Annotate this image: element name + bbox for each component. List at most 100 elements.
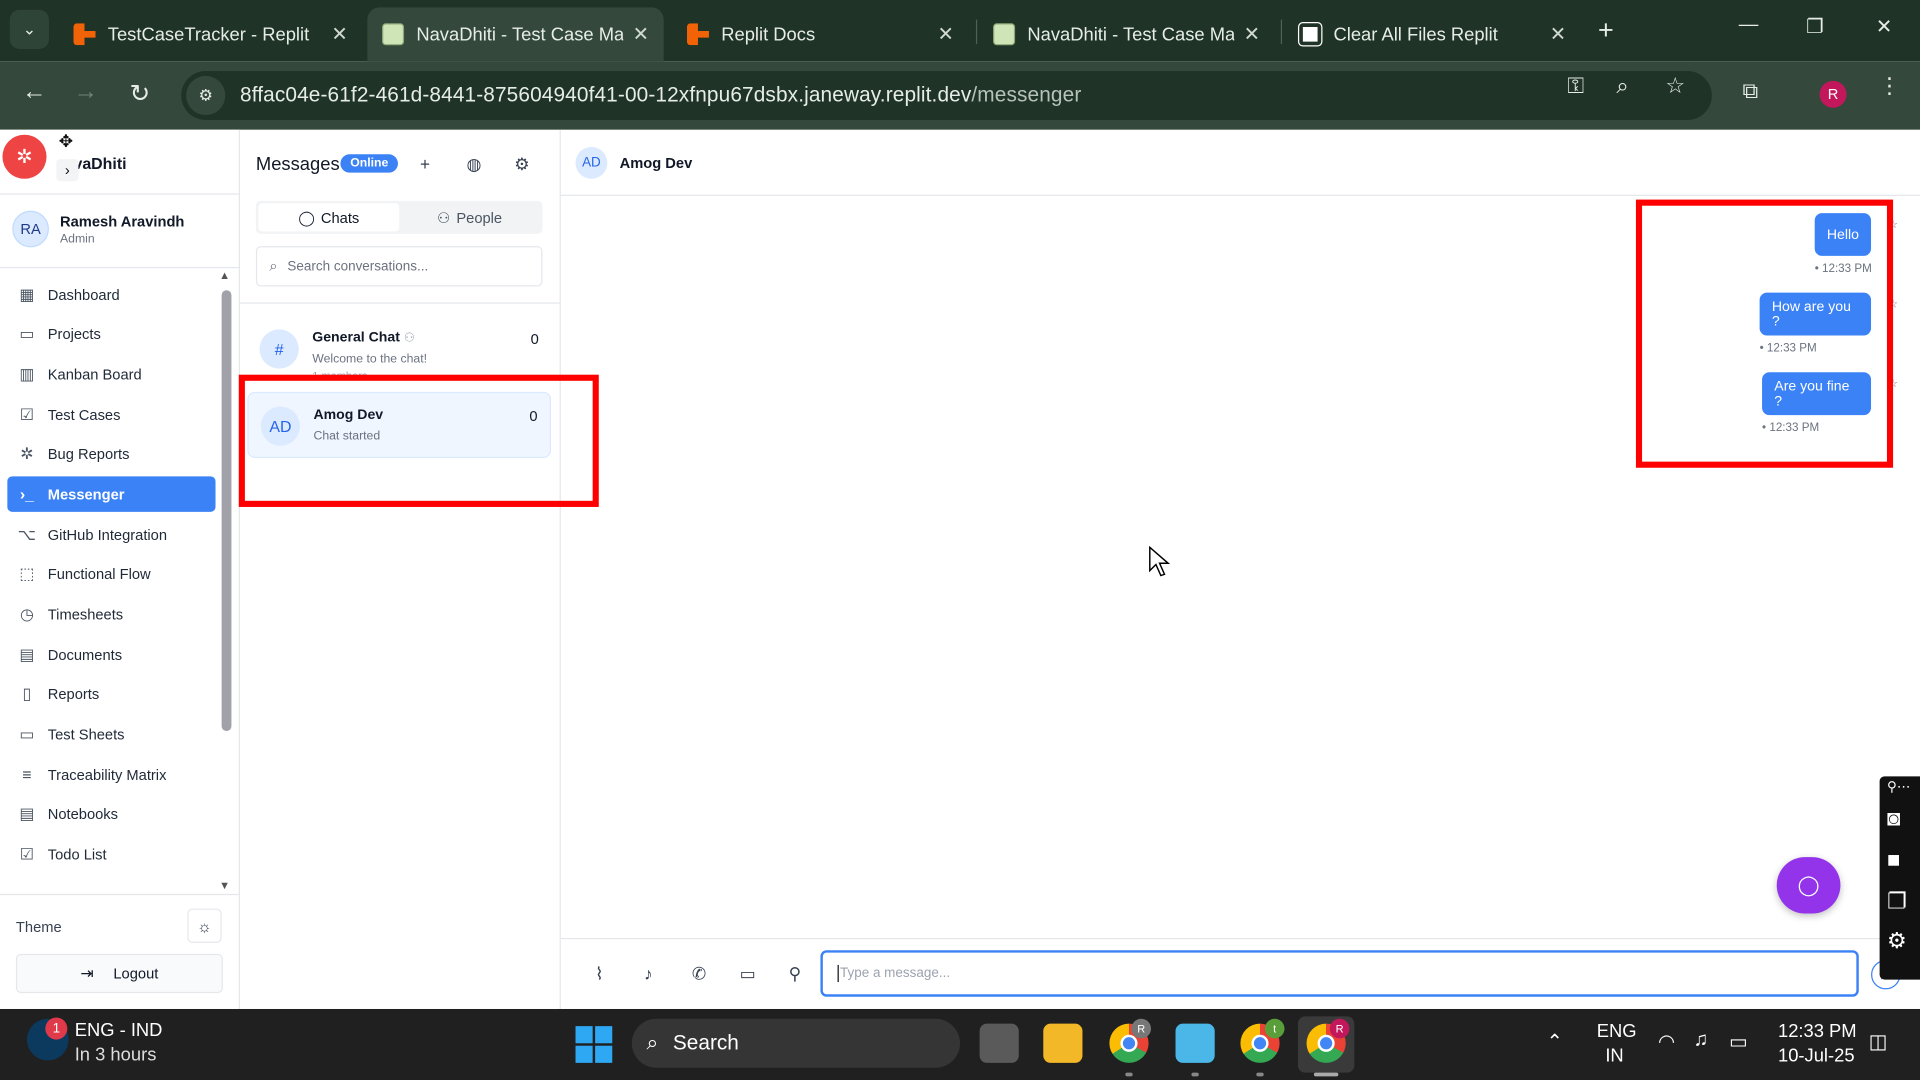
- sidebar-item-documents[interactable]: ▤ Documents: [7, 637, 215, 673]
- clock-time[interactable]: 12:33 PM: [1778, 1021, 1857, 1042]
- scroll-down-icon[interactable]: ▼: [219, 879, 230, 891]
- forward-button[interactable]: →: [73, 78, 97, 106]
- browser-menu-icon[interactable]: ⋮: [1878, 73, 1900, 99]
- sidebar-item-test-cases[interactable]: ☑ Test Cases: [7, 397, 215, 433]
- profile-avatar[interactable]: R: [1819, 80, 1847, 108]
- volume-icon[interactable]: ♫: [1693, 1030, 1708, 1052]
- members-icon: ⚇: [403, 331, 415, 346]
- tab-people[interactable]: ⚇ People: [399, 203, 540, 231]
- sidebar-item-reports[interactable]: ▯ Reports: [7, 677, 215, 713]
- sidebar-item-projects[interactable]: ▭ Projects: [7, 317, 215, 353]
- browser-tab-5[interactable]: Clear All Files Replit ✕: [1285, 7, 1581, 61]
- browser-tab-3[interactable]: Replit Docs ✕: [672, 7, 968, 61]
- logout-button[interactable]: ⇥ Logout: [15, 953, 223, 994]
- notifications-icon[interactable]: ◫: [1869, 1030, 1888, 1054]
- kanban-icon: ▥: [19, 364, 35, 384]
- close-icon[interactable]: ✕: [633, 22, 649, 46]
- close-icon[interactable]: ✕: [937, 22, 953, 46]
- browser-tab-1[interactable]: TestCaseTracker - Replit ✕: [59, 7, 363, 61]
- status-badge: Online: [340, 154, 399, 173]
- taskbar-search[interactable]: ⌕ Search: [631, 1018, 961, 1068]
- bug-icon[interactable]: ✲: [2, 134, 47, 179]
- scroll-thumb[interactable]: [221, 290, 232, 732]
- sidebar-item-test-sheets[interactable]: ▭ Test Sheets: [7, 717, 215, 753]
- paperclip-icon[interactable]: ⌇: [595, 964, 603, 985]
- bookmark-star-icon[interactable]: ☆: [1665, 73, 1685, 99]
- checkbox-icon: ☑: [19, 845, 35, 864]
- unread-count: 0: [530, 330, 539, 348]
- grid-icon: ▦: [19, 284, 35, 304]
- close-icon[interactable]: ✕: [331, 22, 347, 46]
- weather-line-2[interactable]: In 3 hours: [75, 1044, 157, 1065]
- bug-icon: ✲: [20, 444, 34, 464]
- video-icon[interactable]: ▭: [740, 964, 756, 985]
- tab-search-button[interactable]: ⌄: [9, 9, 49, 49]
- conversation-tabs: ◯ Chats ⚇ People: [255, 200, 543, 234]
- file-explorer-icon[interactable]: [1043, 1023, 1083, 1063]
- close-window-button[interactable]: ✕: [1876, 15, 1892, 39]
- browser-tab-4[interactable]: NavaDhiti - Test Case Ma ✕: [978, 7, 1274, 61]
- sidebar-scrollbar[interactable]: ▲ ▼: [219, 269, 234, 891]
- avatar: RA: [12, 210, 49, 248]
- sidebar-item-messenger[interactable]: ›_ Messenger: [7, 476, 216, 513]
- windows-start-icon[interactable]: [575, 1026, 613, 1063]
- sidebar-item-notebooks[interactable]: ▤ Notebooks: [7, 797, 215, 833]
- message-input[interactable]: Type a message...: [820, 950, 1859, 997]
- new-tab-button[interactable]: +: [1598, 15, 1614, 47]
- reload-button[interactable]: ↻: [130, 78, 151, 109]
- search-input[interactable]: ⌕ Search conversations...: [255, 246, 543, 287]
- video-record-icon[interactable]: ■: [1887, 847, 1900, 873]
- close-icon[interactable]: ✕: [1244, 22, 1260, 46]
- scroll-up-icon[interactable]: ▲: [219, 269, 230, 281]
- chat-fab-button[interactable]: ◯: [1776, 857, 1841, 914]
- sidebar-item-traceability-matrix[interactable]: ≡ Traceability Matrix: [7, 757, 215, 793]
- window-icon[interactable]: ❐: [1887, 889, 1907, 915]
- sidebar-item-functional-flow[interactable]: ⬚ Functional Flow: [7, 557, 215, 593]
- battery-icon[interactable]: ▭: [1729, 1030, 1748, 1054]
- microphone-icon[interactable]: ♪: [644, 964, 653, 984]
- plus-icon[interactable]: +: [420, 154, 430, 174]
- password-key-icon[interactable]: ⚿: [1567, 73, 1584, 99]
- pin-icon[interactable]: ⚲: [789, 964, 802, 985]
- clock-date[interactable]: 10-Jul-25: [1778, 1046, 1855, 1067]
- wifi-icon[interactable]: ◠: [1658, 1030, 1675, 1054]
- sidebar-item-bug-reports[interactable]: ✲ Bug Reports: [7, 437, 215, 473]
- zoom-icon[interactable]: ⌕: [1616, 73, 1628, 99]
- sidebar-item-github-integration[interactable]: ⌥ GitHub Integration: [7, 517, 215, 553]
- tab-title: Replit Docs: [721, 23, 816, 45]
- palette-icon[interactable]: ◍: [467, 154, 482, 175]
- site-info-icon[interactable]: ⚙: [186, 75, 226, 116]
- weather-line-1[interactable]: ENG - IND: [75, 1020, 163, 1041]
- chevron-up-icon[interactable]: ⌃: [1547, 1030, 1563, 1054]
- sidebar-item-todo-list[interactable]: ☑ Todo List: [7, 837, 215, 873]
- notepad-icon[interactable]: [1175, 1023, 1215, 1063]
- back-button[interactable]: ←: [22, 78, 46, 106]
- language-line-2[interactable]: IN: [1605, 1046, 1623, 1067]
- sidebar-item-timesheets[interactable]: ◷ Timesheets: [7, 597, 215, 633]
- url-text[interactable]: 8ffac04e-61f2-461d-8441-875604940f41-00-…: [240, 83, 1081, 107]
- more-icon[interactable]: ⚲⋯: [1887, 779, 1910, 795]
- conversation-general-chat[interactable]: # General Chat ⚇ Welcome to the chat! 1 …: [247, 316, 551, 382]
- tab-chats[interactable]: ◯ Chats: [258, 203, 400, 232]
- minimize-button[interactable]: —: [1739, 15, 1759, 37]
- browser-tab-2[interactable]: NavaDhiti - Test Case Ma ✕: [367, 7, 664, 62]
- address-bar[interactable]: ⚙ 8ffac04e-61f2-461d-8441-875604940f41-0…: [181, 71, 1712, 121]
- chevron-right-icon[interactable]: ›: [56, 159, 79, 182]
- close-icon[interactable]: ✕: [1550, 22, 1566, 46]
- move-icon[interactable]: ✥: [59, 131, 73, 152]
- extensions-icon[interactable]: ⧉: [1742, 78, 1758, 104]
- sun-icon[interactable]: ☼: [187, 908, 222, 943]
- task-view-icon[interactable]: [979, 1023, 1019, 1063]
- language-line-1[interactable]: ENG: [1597, 1021, 1637, 1042]
- sidebar-item-dashboard[interactable]: ▦ Dashboard: [7, 277, 215, 313]
- user-profile[interactable]: RA Ramesh Aravindh Admin: [12, 210, 184, 248]
- profile-badge-icon: t: [1264, 1018, 1285, 1039]
- clock-icon: ◷: [19, 604, 34, 624]
- phone-icon[interactable]: ✆: [692, 964, 706, 985]
- gear-icon[interactable]: ⚙: [514, 154, 529, 175]
- restore-button[interactable]: ❐: [1806, 15, 1824, 39]
- camera-icon[interactable]: ◙: [1887, 806, 1900, 832]
- search-icon: ⌕: [269, 257, 278, 275]
- sidebar-item-kanban-board[interactable]: ▥ Kanban Board: [7, 357, 215, 393]
- settings-icon[interactable]: ⚙: [1887, 928, 1907, 954]
